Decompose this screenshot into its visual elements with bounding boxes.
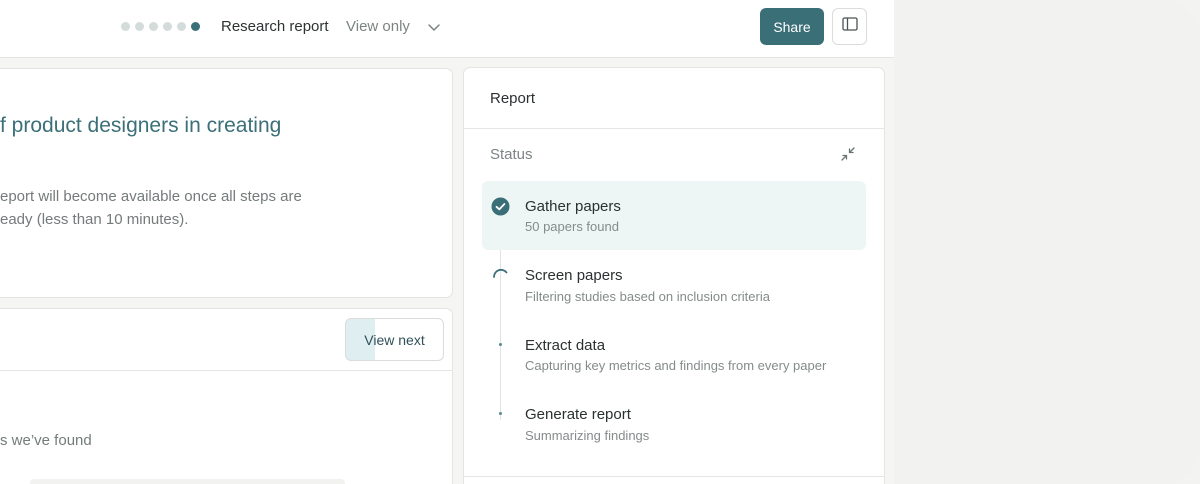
- step-subtitle: 50 papers found: [525, 219, 619, 234]
- share-button[interactable]: Share: [760, 8, 824, 45]
- pending-step-marker: [499, 343, 502, 346]
- progress-dot: [121, 22, 130, 31]
- view-next-label: View next: [364, 331, 425, 348]
- status-heading: Status: [490, 146, 533, 163]
- progress-dot: [135, 22, 144, 31]
- divider: [464, 476, 884, 477]
- sidebar-toggle-icon: [841, 17, 858, 36]
- progress-dots: [121, 22, 200, 31]
- step-title: Screen papers: [525, 267, 623, 284]
- report-panel-title: Report: [490, 90, 536, 107]
- collapse-icon[interactable]: [840, 146, 856, 162]
- report-title: Research report: [221, 18, 329, 35]
- access-level-dropdown[interactable]: View only: [346, 18, 410, 35]
- step-gather-papers[interactable]: [482, 181, 866, 250]
- intro-card: [0, 68, 453, 298]
- content-placeholder: [30, 479, 345, 484]
- view-next-button[interactable]: View next: [345, 318, 444, 361]
- availability-note-line: eport will become available once all ste…: [0, 188, 302, 205]
- step-subtitle: Filtering studies based on inclusion cri…: [525, 289, 770, 304]
- report-headline: f product designers in creating: [0, 114, 282, 137]
- spinner-icon: [491, 266, 510, 290]
- step-title: Generate report: [525, 406, 631, 423]
- check-circle-icon: [491, 197, 510, 221]
- availability-note: eport will become available once all ste…: [0, 185, 302, 231]
- progress-dot-active: [191, 22, 200, 31]
- app-window: Research report View only Share f produc…: [0, 0, 894, 484]
- step-title: Extract data: [525, 337, 606, 354]
- availability-note-line: eady (less than 10 minutes).: [0, 211, 189, 228]
- step-title: Gather papers: [525, 198, 621, 215]
- progress-dot: [177, 22, 186, 31]
- divider: [0, 370, 453, 371]
- pending-step-marker: [499, 412, 502, 415]
- step-subtitle: Summarizing findings: [525, 428, 650, 443]
- chevron-down-icon[interactable]: [426, 20, 442, 34]
- toggle-panel-button[interactable]: [832, 8, 867, 45]
- papers-found-text: s we’ve found: [0, 432, 92, 449]
- top-bar: Research report View only Share: [0, 0, 894, 58]
- progress-dot: [149, 22, 158, 31]
- progress-dot: [163, 22, 172, 31]
- desktop-background: [894, 0, 1200, 484]
- divider: [464, 128, 884, 129]
- step-subtitle: Capturing key metrics and findings from …: [525, 358, 827, 373]
